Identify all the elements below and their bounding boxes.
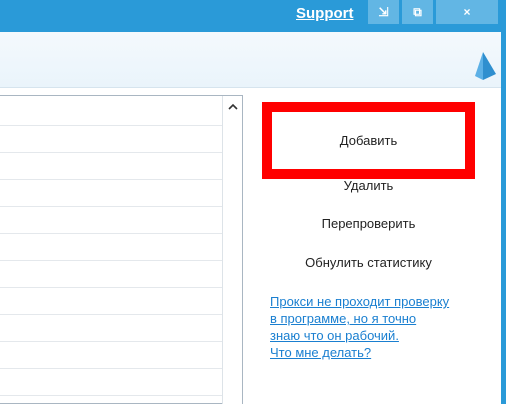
list-row[interactable] <box>0 315 222 342</box>
support-link[interactable]: Support <box>296 5 354 22</box>
vertical-scrollbar[interactable] <box>222 96 242 404</box>
add-button[interactable]: Добавить <box>262 102 475 179</box>
list-row[interactable] <box>0 234 222 261</box>
list-row[interactable] <box>0 126 222 153</box>
maximize-icon: ⧉ <box>413 4 422 19</box>
reset-stats-button[interactable]: Обнулить статистику <box>262 255 475 275</box>
proxy-window: Добавить Удалить Перепроверить Обнулить … <box>0 32 501 404</box>
maximize-window-button[interactable]: ⧉ <box>402 0 433 24</box>
scroll-up-button[interactable] <box>223 98 242 114</box>
pointer-icon <box>475 52 496 80</box>
list-row[interactable] <box>0 207 222 234</box>
list-row[interactable] <box>0 96 222 126</box>
chevron-up-icon <box>227 103 238 110</box>
window-border <box>501 32 506 404</box>
add-button-label: Добавить <box>339 133 398 148</box>
help-link-line: в программе, но я точно <box>270 311 417 326</box>
close-window-button[interactable]: × <box>436 0 498 24</box>
delete-button[interactable]: Удалить <box>262 178 475 198</box>
proxy-help-link[interactable]: Прокси не проходит проверку в программе,… <box>270 293 501 361</box>
list-row[interactable] <box>0 342 222 369</box>
help-link-line: знаю что он рабочий. <box>270 328 399 343</box>
list-row[interactable] <box>0 288 222 315</box>
title-bar: Support ⇲ ⧉ × <box>0 0 506 32</box>
restore-window-button[interactable]: ⇲ <box>368 0 399 24</box>
list-row[interactable] <box>0 261 222 288</box>
proxy-list[interactable] <box>0 95 243 404</box>
list-row[interactable] <box>0 153 222 180</box>
recheck-button[interactable]: Перепроверить <box>262 216 475 236</box>
restore-icon: ⇲ <box>378 5 389 19</box>
list-row[interactable] <box>0 369 222 396</box>
help-link-line: Прокси не проходит проверку <box>270 294 450 309</box>
help-link-line: Что мне делать? <box>270 345 372 360</box>
list-row[interactable] <box>0 180 222 207</box>
proxy-list-rows <box>0 96 222 404</box>
header-band <box>0 32 501 88</box>
close-icon: × <box>463 5 471 19</box>
